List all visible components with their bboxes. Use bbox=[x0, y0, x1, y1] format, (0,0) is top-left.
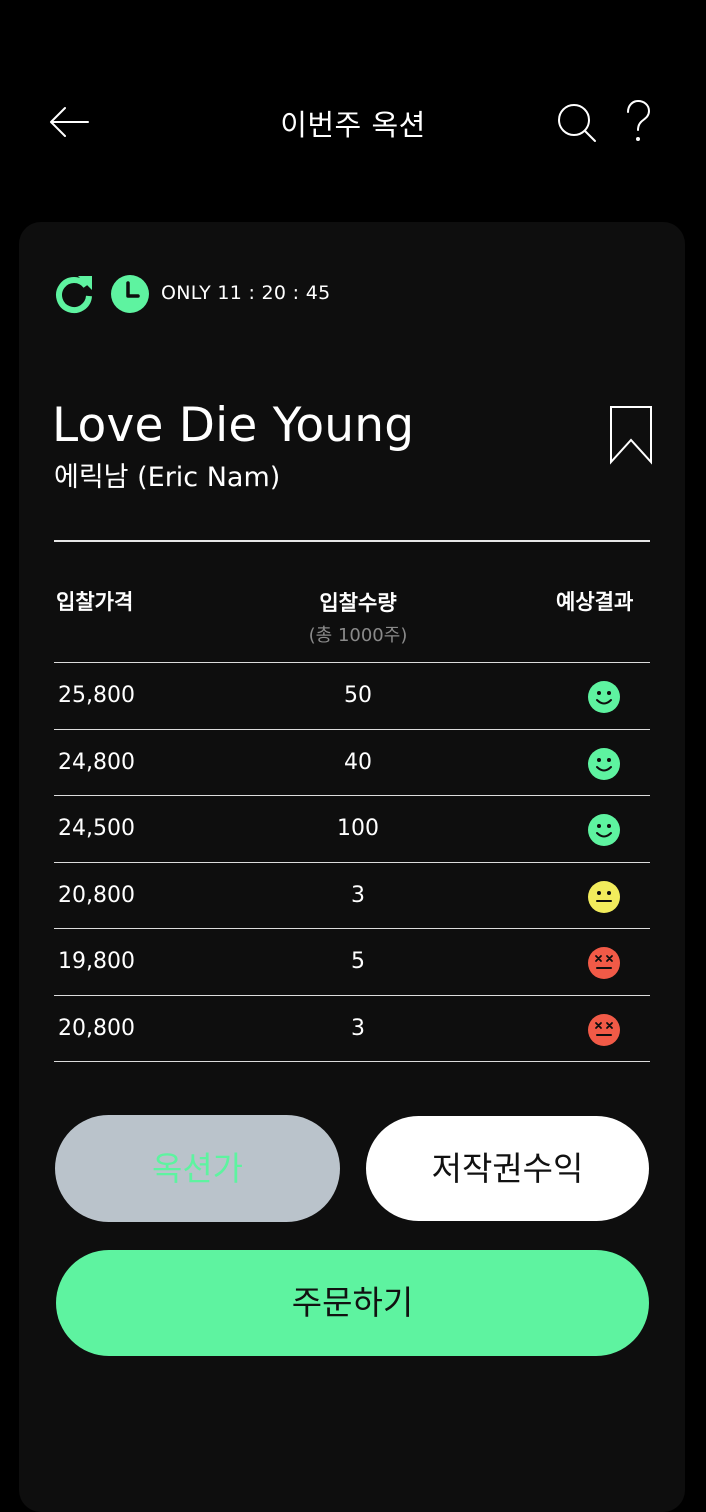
auction-price-button[interactable]: 옥션가 bbox=[55, 1115, 340, 1222]
divider bbox=[54, 540, 650, 542]
bid-quantity: 100 bbox=[337, 816, 379, 842]
clock-icon bbox=[110, 274, 150, 314]
table-row[interactable]: 24,500 100 bbox=[54, 795, 650, 862]
dead-face-icon bbox=[588, 947, 620, 980]
page-title: 이번주 옥션 bbox=[280, 108, 426, 142]
bid-quantity: 5 bbox=[351, 949, 365, 975]
table-row[interactable]: 20,800 3 bbox=[54, 994, 650, 1062]
search-button[interactable] bbox=[554, 100, 598, 144]
column-header-quantity-note: (총 1000주) bbox=[308, 625, 408, 646]
bid-price: 20,800 bbox=[58, 882, 135, 908]
royalty-button[interactable]: 저작권수익 bbox=[366, 1116, 649, 1221]
table-row[interactable]: 24,800 40 bbox=[54, 728, 650, 796]
bookmark-button[interactable] bbox=[606, 403, 656, 467]
refresh-button[interactable] bbox=[53, 272, 95, 314]
column-header-result: 예상결과 bbox=[556, 590, 634, 614]
bid-price: 19,800 bbox=[58, 949, 135, 975]
table-row[interactable]: 20,800 3 bbox=[54, 861, 650, 929]
bid-price: 25,800 bbox=[58, 683, 135, 708]
bid-quantity: 50 bbox=[344, 683, 372, 708]
table-row[interactable]: 25,800 50 bbox=[54, 662, 650, 729]
bid-table: 25,800 50 24,800 40 24,500 100 20,800 3 bbox=[54, 662, 650, 1062]
bid-quantity: 3 bbox=[351, 1015, 365, 1041]
countdown-timer: ONLY 11 : 20 : 45 bbox=[161, 282, 331, 304]
neutral-face-icon bbox=[588, 880, 620, 913]
order-button[interactable]: 주문하기 bbox=[56, 1250, 649, 1356]
happy-face-icon bbox=[588, 814, 620, 847]
bookmark-icon bbox=[610, 406, 652, 465]
bid-price: 24,800 bbox=[58, 749, 135, 775]
column-header-quantity: 입찰수량 bbox=[319, 591, 397, 615]
column-header-price: 입찰가격 bbox=[56, 590, 134, 614]
dead-face-icon bbox=[588, 1013, 620, 1046]
bid-price: 20,800 bbox=[58, 1015, 135, 1041]
song-title: Love Die Young bbox=[52, 398, 415, 453]
bid-price: 24,500 bbox=[58, 816, 135, 842]
refresh-icon bbox=[56, 276, 92, 314]
table-row[interactable]: 19,800 5 bbox=[54, 928, 650, 995]
bid-quantity: 40 bbox=[344, 749, 372, 775]
bid-quantity: 3 bbox=[351, 882, 365, 908]
help-button[interactable] bbox=[618, 98, 658, 146]
happy-face-icon bbox=[588, 747, 620, 780]
search-icon bbox=[558, 104, 596, 142]
artist-name: 에릭남 (Eric Nam) bbox=[54, 462, 281, 493]
happy-face-icon bbox=[588, 681, 620, 713]
question-mark-icon bbox=[627, 99, 651, 141]
top-app-bar: 이번주 옥션 bbox=[0, 0, 706, 200]
